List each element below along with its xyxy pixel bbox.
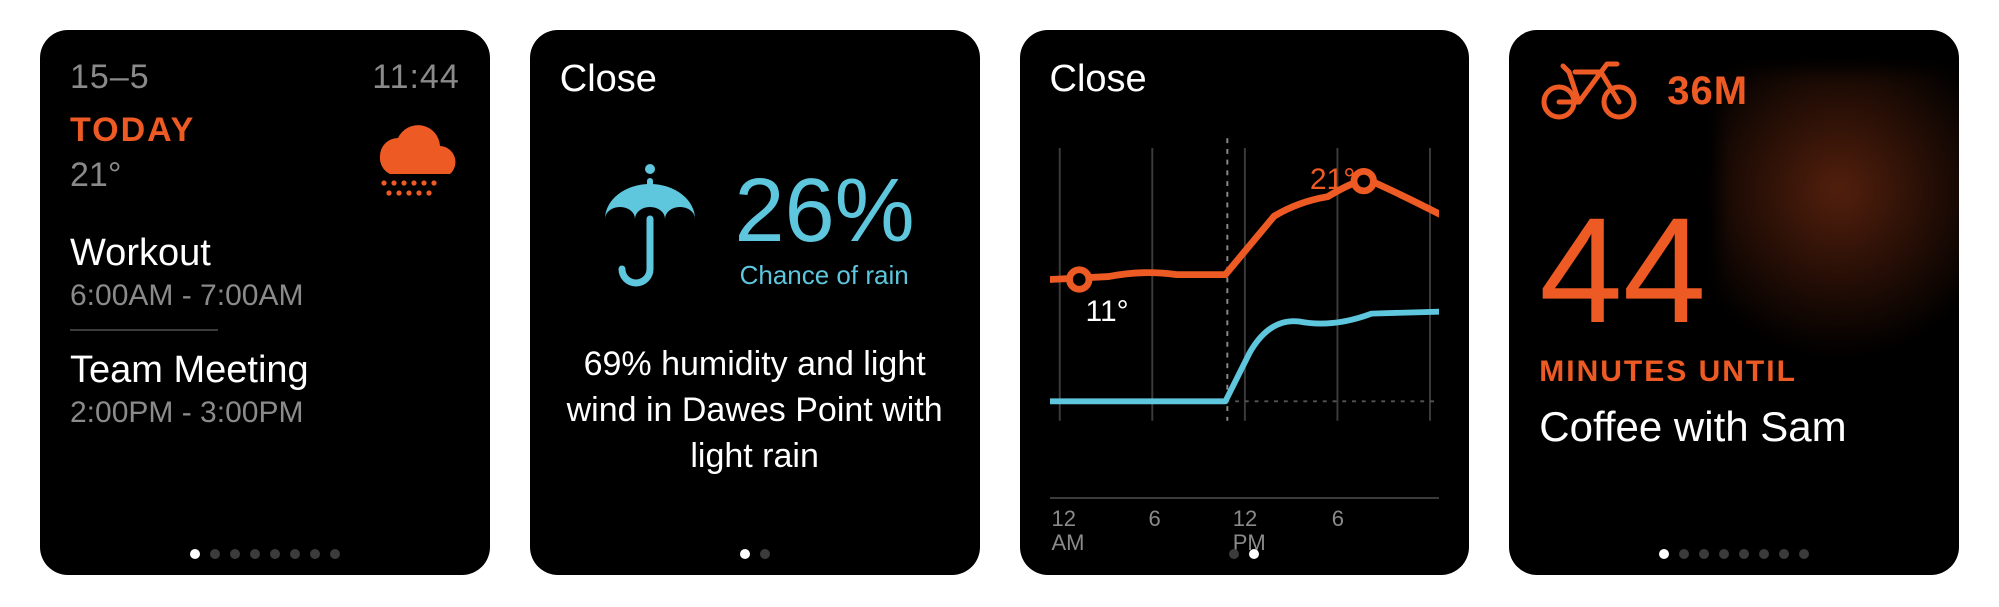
today-temp: 21° <box>70 156 195 195</box>
x-tick: 6 <box>1149 507 1161 531</box>
countdown-value: 44 <box>1539 195 1929 345</box>
page-dot[interactable] <box>310 549 320 559</box>
countdown-label: MINUTES UNTIL <box>1539 355 1929 389</box>
page-dot[interactable] <box>1249 549 1259 559</box>
countdown-card: 36M 44 MINUTES UNTIL Coffee with Sam <box>1509 30 1959 575</box>
forecast-chart-card: Close <box>1020 30 1470 575</box>
agenda-item-title: Workout <box>70 232 460 275</box>
page-dot[interactable] <box>290 549 300 559</box>
page-dots <box>40 549 490 559</box>
page-dot[interactable] <box>1659 549 1669 559</box>
page-dot[interactable] <box>740 549 750 559</box>
bicycle-icon <box>1539 58 1639 125</box>
agenda-item[interactable]: Workout 6:00AM - 7:00AM <box>70 232 460 313</box>
today-heading: TODAY <box>70 111 195 150</box>
page-dot[interactable] <box>760 549 770 559</box>
rain-chance-label: Chance of rain <box>740 260 915 291</box>
chart-high-label: 21° <box>1310 163 1355 197</box>
page-dots <box>530 549 980 559</box>
page-dot[interactable] <box>270 549 280 559</box>
weather-description: 69% humidity and light wind in Dawes Poi… <box>560 342 950 480</box>
page-dots <box>1020 549 1470 559</box>
page-dot[interactable] <box>1699 549 1709 559</box>
rain-chance-value: 26% <box>735 166 915 256</box>
x-tick: 6 <box>1332 507 1344 531</box>
page-dot[interactable] <box>230 549 240 559</box>
page-dot[interactable] <box>1229 549 1239 559</box>
date-label: 15–5 <box>70 58 150 97</box>
travel-duration: 36M <box>1667 69 1748 114</box>
chart-low-label: 11° <box>1086 295 1129 329</box>
countdown-event: Coffee with Sam <box>1539 403 1929 451</box>
x-tick: 12 <box>1052 507 1085 531</box>
page-dot[interactable] <box>1779 549 1789 559</box>
page-dot[interactable] <box>1739 549 1749 559</box>
page-dots <box>1509 549 1959 559</box>
x-tick: 12 <box>1233 507 1266 531</box>
agenda-card: 15–5 11:44 TODAY 21° <box>40 30 490 575</box>
temperature-chart: 21° 11° 12 AM 6 12 PM 6 <box>1050 109 1440 555</box>
page-dot[interactable] <box>250 549 260 559</box>
page-dot[interactable] <box>190 549 200 559</box>
weather-detail-card: Close 26% Chance of rain 69% humidity an… <box>530 30 980 575</box>
page-dot[interactable] <box>1799 549 1809 559</box>
page-dot[interactable] <box>1759 549 1769 559</box>
close-button[interactable]: Close <box>560 58 950 101</box>
page-dot[interactable] <box>210 549 220 559</box>
page-dot[interactable] <box>1679 549 1689 559</box>
divider <box>70 329 218 331</box>
page-dot[interactable] <box>330 549 340 559</box>
umbrella-icon <box>595 161 705 296</box>
close-button[interactable]: Close <box>1050 58 1440 101</box>
rain-cloud-icon <box>350 111 460 206</box>
screenshots-row: 15–5 11:44 TODAY 21° <box>0 0 1999 605</box>
page-dot[interactable] <box>1719 549 1729 559</box>
clock-label: 11:44 <box>372 58 460 97</box>
agenda-item-time: 6:00AM - 7:00AM <box>70 279 460 313</box>
agenda-item-time: 2:00PM - 3:00PM <box>70 396 460 430</box>
chart-x-axis: 12 AM 6 12 PM 6 <box>1050 497 1440 555</box>
agenda-item-title: Team Meeting <box>70 349 460 392</box>
agenda-item[interactable]: Team Meeting 2:00PM - 3:00PM <box>70 349 460 430</box>
